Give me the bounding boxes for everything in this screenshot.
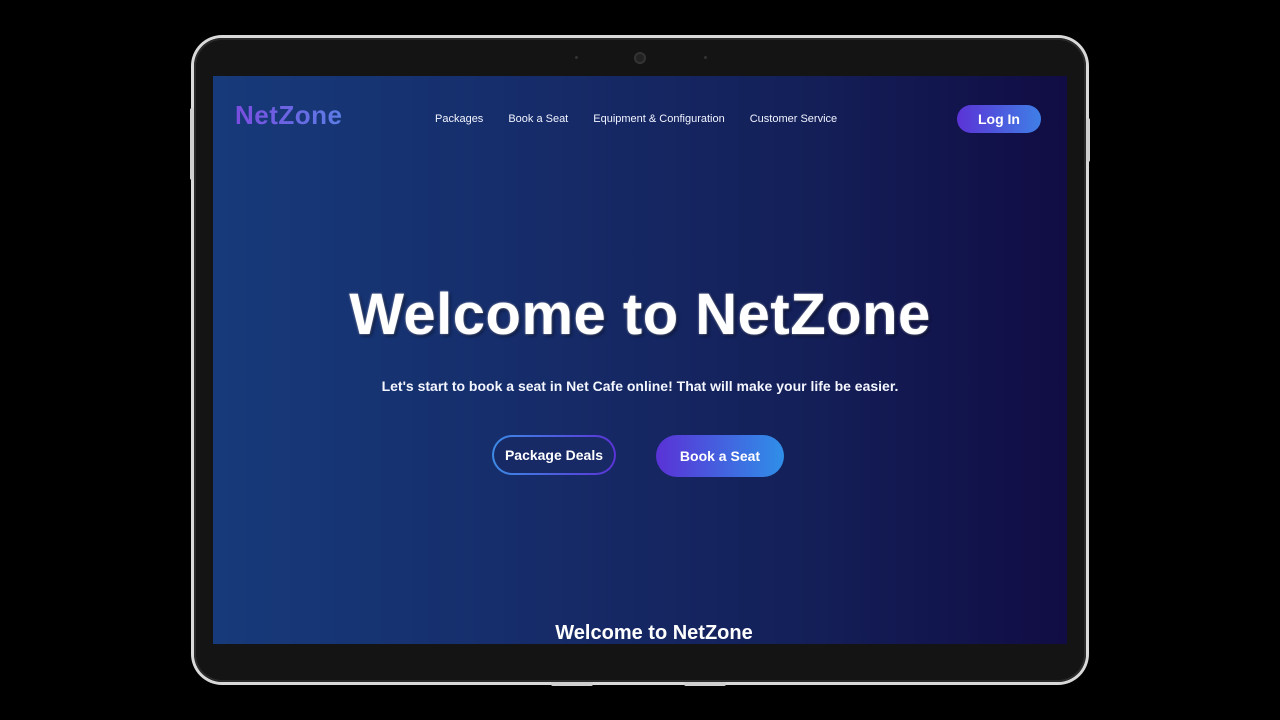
top-navigation: NetZone Packages Book a Seat Equipment &… <box>213 76 1067 166</box>
book-a-seat-button[interactable]: Book a Seat <box>656 435 784 477</box>
tablet-bottom-button <box>684 682 726 686</box>
package-deals-button[interactable]: Package Deals <box>492 435 616 475</box>
tablet-bottom-button <box>551 682 593 686</box>
hero-title: Welcome to NetZone <box>349 282 931 347</box>
sensor-icon <box>575 56 578 59</box>
login-button[interactable]: Log In <box>957 105 1041 133</box>
tablet-side-button-left <box>190 108 194 180</box>
nav-link-book-a-seat[interactable]: Book a Seat <box>508 113 568 125</box>
tablet-side-button-right <box>1086 118 1090 162</box>
nav-link-customer-service[interactable]: Customer Service <box>750 113 837 125</box>
sensor-icon <box>704 56 707 59</box>
hero-subtitle: Let's start to book a seat in Net Cafe o… <box>381 378 899 394</box>
site-logo[interactable]: NetZone <box>235 100 343 131</box>
nav-link-equipment-configuration[interactable]: Equipment & Configuration <box>593 113 724 125</box>
tablet-frame: NetZone Packages Book a Seat Equipment &… <box>190 38 1090 686</box>
device-stage: NetZone Packages Book a Seat Equipment &… <box>0 0 1280 720</box>
nav-links: Packages Book a Seat Equipment & Configu… <box>435 113 862 125</box>
camera-icon <box>634 52 646 64</box>
nav-link-packages[interactable]: Packages <box>435 113 483 125</box>
next-section-title: Welcome to NetZone <box>555 622 753 644</box>
website-screen: NetZone Packages Book a Seat Equipment &… <box>213 76 1067 644</box>
hero-cta-group: Package Deals Book a Seat <box>492 435 784 477</box>
